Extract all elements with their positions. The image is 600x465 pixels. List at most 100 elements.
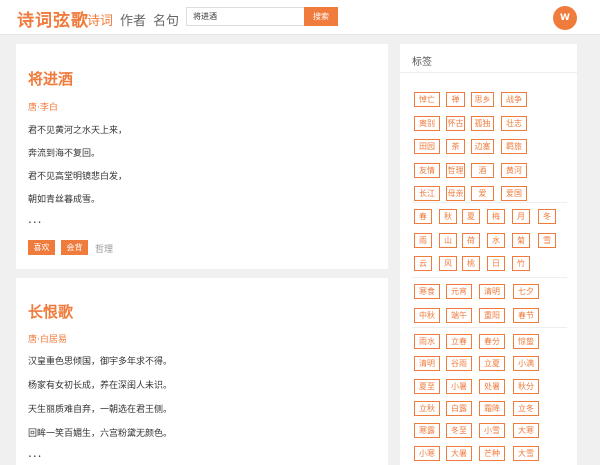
tag-chip[interactable]: 小寒 — [414, 445, 440, 461]
tag-chip[interactable]: 桃 — [462, 256, 480, 271]
poem-line: 朝如青丝暮成雪。 — [28, 195, 101, 205]
poem-line: 君不见黄河之水天上来， — [28, 126, 128, 136]
tag-chip[interactable]: 母亲 — [446, 186, 465, 201]
tag-chip[interactable]: 羁旅 — [501, 139, 527, 154]
tag-chip[interactable]: 大暑 — [446, 445, 472, 461]
nav-quotes[interactable]: 名句 — [153, 10, 179, 29]
tag-chip[interactable]: 离别 — [414, 115, 440, 131]
tag-chip[interactable]: 元宵 — [446, 284, 472, 299]
tag-chip[interactable]: 立夏 — [479, 356, 505, 372]
poem-line: 回眸一笑百媚生，六宫粉黛无颜色。 — [28, 429, 173, 439]
search-input[interactable] — [186, 7, 305, 26]
tag-chip[interactable]: 惊蛰 — [513, 334, 539, 349]
tag-chip[interactable]: 孤独 — [471, 115, 494, 131]
tag-chip[interactable]: 边塞 — [471, 139, 494, 154]
tags-panel: 标签 悼亡禅思乡 战争离别 怀古 孤独 壮志田园茶边塞 羁旅友情 哲理酒黄河长江 母亲爱爱国春… — [400, 44, 577, 465]
tag-chip[interactable]: 菊 — [512, 232, 530, 248]
tag-chip[interactable]: 霜降 — [479, 400, 505, 416]
tag-chip[interactable]: 秋 — [439, 209, 457, 224]
tag-chip[interactable]: 黄河 — [501, 162, 527, 178]
memorized-button[interactable]: 会背 — [61, 240, 88, 255]
tag-chip[interactable]: 小雪 — [479, 423, 505, 439]
tag-chip[interactable]: 夏 — [462, 209, 480, 224]
poem-ellipsis: ... — [28, 446, 43, 460]
tag-chip[interactable]: 小满 — [513, 356, 539, 372]
tag-group-separator — [412, 202, 567, 203]
tag-chip[interactable]: 寒食 — [414, 284, 440, 299]
tag-chip[interactable]: 雪 — [538, 232, 556, 248]
poem-line: 奔流到海不复回。 — [28, 149, 101, 159]
tag-chip[interactable]: 春分 — [479, 334, 505, 349]
tag-chip[interactable]: 月 — [512, 209, 530, 224]
tag-chip[interactable]: 寒露 — [414, 423, 440, 439]
tag-chip[interactable]: 壮志 — [501, 115, 527, 131]
search-button[interactable]: 搜索 — [304, 7, 338, 26]
tag-chip[interactable]: 山 — [439, 232, 457, 248]
like-button[interactable]: 喜欢 — [28, 240, 55, 255]
tag-chip[interactable]: 日 — [487, 256, 505, 271]
user-avatar[interactable]: W — [553, 6, 577, 30]
poem-title[interactable]: 将进酒 — [28, 68, 73, 89]
tag-chip[interactable]: 立秋 — [414, 400, 440, 416]
tag-chip[interactable]: 谷雨 — [446, 356, 472, 372]
tag-chip[interactable]: 立冬 — [513, 400, 539, 416]
tag-chip[interactable]: 荷 — [462, 232, 480, 248]
tag-chip[interactable]: 冬 — [538, 209, 556, 224]
tag-chip[interactable]: 大寒 — [513, 423, 539, 439]
tag-chip[interactable]: 酒 — [471, 162, 494, 178]
tag-chip[interactable]: 夏至 — [414, 378, 440, 394]
tag-chip[interactable]: 端午 — [446, 307, 472, 323]
tag-group-separator — [412, 327, 567, 328]
tag-chip[interactable]: 禅 — [446, 92, 465, 107]
tag-chip[interactable]: 雨水 — [414, 334, 440, 349]
tag-chip[interactable]: 哲理 — [446, 162, 465, 178]
nav-poems[interactable]: 诗词 — [87, 10, 113, 29]
tag-chip[interactable]: 爱 — [471, 186, 494, 201]
tag-chip[interactable]: 春节 — [513, 307, 539, 323]
tag-chip[interactable]: 七夕 — [513, 284, 539, 299]
poem-card: 长恨歌 唐·白居易 汉皇重色思倾国，御宇多年求不得。 杨家有女初长成，养在深闺人… — [16, 278, 388, 465]
tag-chip[interactable]: 中秋 — [414, 307, 440, 323]
top-nav-bar: 诗词弦歌 诗词 作者 名句 搜索 W — [0, 0, 600, 35]
tag-chip[interactable]: 长江 — [414, 186, 440, 201]
tag-chip[interactable]: 雨 — [414, 232, 432, 248]
tag-chip[interactable]: 友情 — [414, 162, 440, 178]
tag-chip[interactable]: 风 — [439, 256, 457, 271]
tag-chip[interactable]: 爱国 — [501, 186, 527, 201]
tag-chip[interactable]: 白露 — [446, 400, 472, 416]
tag-chip[interactable]: 云 — [414, 256, 432, 271]
tag-chip[interactable]: 处暑 — [479, 378, 505, 394]
nav-authors[interactable]: 作者 — [120, 10, 146, 29]
tags-heading: 标签 — [412, 57, 432, 68]
tag-chip[interactable]: 大雪 — [513, 445, 539, 461]
tag-chip[interactable]: 秋分 — [513, 378, 539, 394]
tag-chip[interactable]: 悼亡 — [414, 92, 440, 107]
tag-chip[interactable]: 竹 — [512, 256, 530, 271]
tag-chip[interactable]: 小暑 — [446, 378, 472, 394]
poem-line: 天生丽质难自弃，一朝选在君王侧。 — [28, 405, 173, 415]
tag-chip[interactable]: 思乡 — [471, 92, 494, 107]
tag-chip[interactable]: 田园 — [414, 139, 440, 154]
tag-chip[interactable]: 怀古 — [446, 115, 465, 131]
poem-line: 杨家有女初长成，养在深闺人未识。 — [28, 381, 173, 391]
tag-chip[interactable]: 梅 — [487, 209, 505, 224]
tag-chip[interactable]: 重阳 — [479, 307, 505, 323]
tag-chip[interactable]: 清明 — [479, 284, 505, 299]
tags-divider — [400, 72, 577, 73]
poem-title[interactable]: 长恨歌 — [28, 301, 73, 322]
tag-chip[interactable]: 立春 — [446, 334, 472, 349]
poem-line: 君不见高堂明镜悲白发， — [28, 172, 128, 182]
tag-chip[interactable]: 茶 — [446, 139, 465, 154]
tag-chip[interactable]: 战争 — [501, 92, 527, 107]
tag-chip[interactable]: 水 — [487, 232, 505, 248]
tag-group-separator — [412, 277, 567, 278]
tag-chip[interactable]: 春 — [414, 209, 432, 224]
site-logo[interactable]: 诗词弦歌 — [17, 6, 89, 31]
poem-ellipsis: ... — [28, 212, 43, 226]
tag-chip[interactable]: 清明 — [414, 356, 440, 372]
tag-chip[interactable]: 芒种 — [479, 445, 505, 461]
tag-chip[interactable]: 冬至 — [446, 423, 472, 439]
poem-author[interactable]: 唐·白居易 — [28, 332, 67, 345]
poem-category[interactable]: 哲理 — [95, 242, 113, 255]
poem-author[interactable]: 唐·李白 — [28, 100, 58, 113]
